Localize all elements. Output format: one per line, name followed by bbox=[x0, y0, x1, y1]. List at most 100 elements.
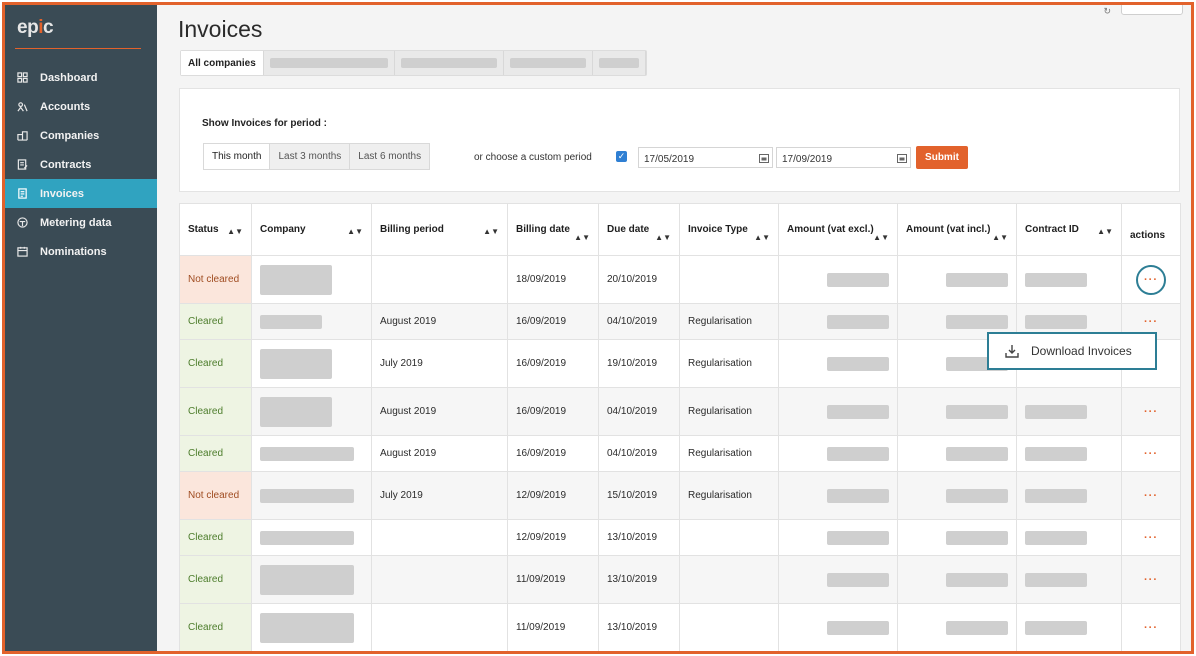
status-cell: Cleared bbox=[179, 555, 252, 604]
table-row[interactable]: Cleared 12/09/2019 13/10/2019 ··· bbox=[179, 519, 1181, 556]
header-due-date[interactable]: Due date ▲▼ bbox=[598, 203, 680, 256]
contract-id-cell bbox=[1016, 387, 1122, 436]
row-actions-button[interactable]: ··· bbox=[1121, 519, 1181, 556]
table-row[interactable]: Not cleared 18/09/2019 20/10/2019 ··· bbox=[179, 255, 1181, 304]
amount-excl-cell bbox=[778, 303, 898, 340]
sidebar-item-companies[interactable]: Companies bbox=[5, 121, 157, 150]
header-company[interactable]: Company ▲▼ bbox=[251, 203, 372, 256]
company-cell bbox=[251, 471, 372, 520]
date-from-input[interactable] bbox=[638, 147, 773, 168]
sidebar-item-dashboard[interactable]: Dashboard bbox=[5, 63, 157, 92]
header-amount-excl[interactable]: Amount (vat excl.) ▲▼ bbox=[778, 203, 898, 256]
status-cell: Cleared bbox=[179, 339, 252, 388]
amount-incl-cell bbox=[897, 471, 1017, 520]
invoice-type-cell: Regularisation bbox=[679, 303, 779, 340]
header-status[interactable]: Status ▲▼ bbox=[179, 203, 252, 256]
sidebar-item-contracts[interactable]: Contracts bbox=[5, 150, 157, 179]
company-cell bbox=[251, 387, 372, 436]
calendar-icon[interactable] bbox=[756, 147, 772, 168]
billing-period-cell bbox=[371, 603, 508, 651]
sidebar-item-label: Metering data bbox=[40, 216, 112, 229]
row-actions-button[interactable]: ··· bbox=[1136, 264, 1166, 295]
period-last-6-months-button[interactable]: Last 6 months bbox=[350, 144, 429, 169]
sidebar-item-label: Invoices bbox=[40, 187, 85, 200]
row-actions-button[interactable]: ··· bbox=[1121, 555, 1181, 604]
sidebar-item-accounts[interactable]: Accounts bbox=[5, 92, 157, 121]
tab-company[interactable] bbox=[504, 51, 593, 75]
billing-date-cell: 16/09/2019 bbox=[507, 303, 599, 340]
sort-icon[interactable]: ▲▼ bbox=[1097, 227, 1113, 236]
sort-icon[interactable]: ▲▼ bbox=[483, 227, 499, 236]
sidebar-item-metering-data[interactable]: Metering data bbox=[5, 208, 157, 237]
billing-date-cell: 12/09/2019 bbox=[507, 519, 599, 556]
date-to-input[interactable] bbox=[776, 147, 911, 168]
billing-date-cell: 11/09/2019 bbox=[507, 603, 599, 651]
table-row[interactable]: Cleared 11/09/2019 13/10/2019 ··· bbox=[179, 555, 1181, 604]
accounts-icon bbox=[15, 100, 29, 114]
header-amount-incl[interactable]: Amount (vat incl.) ▲▼ bbox=[897, 203, 1017, 256]
amount-excl-cell bbox=[778, 255, 898, 304]
table-header-row: Status ▲▼ Company ▲▼ Billing period ▲▼ Bill… bbox=[179, 203, 1181, 256]
sort-icon[interactable]: ▲▼ bbox=[873, 233, 889, 242]
period-filter-card: Show Invoices for period : This month La… bbox=[179, 88, 1180, 192]
company-cell bbox=[251, 519, 372, 556]
sort-icon[interactable]: ▲▼ bbox=[754, 233, 770, 242]
tab-company[interactable] bbox=[395, 51, 504, 75]
sidebar-nav: Dashboard Accounts Companies Contracts I… bbox=[5, 63, 157, 266]
due-date-cell: 20/10/2019 bbox=[598, 255, 680, 304]
sort-icon[interactable]: ▲▼ bbox=[574, 233, 590, 242]
due-date-cell: 04/10/2019 bbox=[598, 387, 680, 436]
sidebar-item-label: Nominations bbox=[40, 245, 107, 258]
table-row[interactable]: Cleared August 2019 16/09/2019 04/10/201… bbox=[179, 387, 1181, 436]
nominations-icon bbox=[15, 245, 29, 259]
status-cell: Cleared bbox=[179, 603, 252, 651]
table-row[interactable]: Cleared 11/09/2019 13/10/2019 ··· bbox=[179, 603, 1181, 651]
table-row[interactable]: Cleared August 2019 16/09/2019 04/10/201… bbox=[179, 435, 1181, 472]
table-row[interactable]: Not cleared July 2019 12/09/2019 15/10/2… bbox=[179, 471, 1181, 520]
custom-period-checkbox[interactable]: ✓ bbox=[616, 151, 627, 162]
period-segmented-control: This month Last 3 months Last 6 months bbox=[203, 143, 431, 170]
contract-id-cell bbox=[1016, 519, 1122, 556]
logo-divider bbox=[15, 48, 141, 49]
row-actions-cell: ··· bbox=[1121, 255, 1181, 304]
invoice-type-cell: Regularisation bbox=[679, 339, 779, 388]
header-billing-date[interactable]: Billing date ▲▼ bbox=[507, 203, 599, 256]
header-invoice-type[interactable]: Invoice Type ▲▼ bbox=[679, 203, 779, 256]
company-cell bbox=[251, 603, 372, 651]
download-icon bbox=[1005, 345, 1019, 358]
billing-period-cell: August 2019 bbox=[371, 387, 508, 436]
row-actions-button[interactable]: ··· bbox=[1121, 435, 1181, 472]
header-contract-id[interactable]: Contract ID ▲▼ bbox=[1016, 203, 1122, 256]
row-actions-button[interactable]: ··· bbox=[1121, 387, 1181, 436]
amount-incl-cell bbox=[897, 255, 1017, 304]
sidebar-item-invoices[interactable]: Invoices bbox=[5, 179, 157, 208]
download-invoices-menu-item[interactable]: Download Invoices bbox=[987, 332, 1157, 370]
dashboard-icon bbox=[15, 71, 29, 85]
tab-company[interactable] bbox=[593, 51, 646, 75]
billing-date-cell: 16/09/2019 bbox=[507, 387, 599, 436]
calendar-icon[interactable] bbox=[894, 147, 910, 168]
due-date-cell: 15/10/2019 bbox=[598, 471, 680, 520]
header-billing-period[interactable]: Billing period ▲▼ bbox=[371, 203, 508, 256]
top-right-button[interactable] bbox=[1121, 5, 1183, 15]
logo[interactable]: epic bbox=[17, 17, 54, 39]
status-cell: Not cleared bbox=[179, 255, 252, 304]
period-last-3-months-button[interactable]: Last 3 months bbox=[270, 144, 351, 169]
billing-period-cell: July 2019 bbox=[371, 339, 508, 388]
sort-icon[interactable]: ▲▼ bbox=[992, 233, 1008, 242]
sidebar-item-nominations[interactable]: Nominations bbox=[5, 237, 157, 266]
sort-icon[interactable]: ▲▼ bbox=[227, 227, 243, 236]
due-date-cell: 19/10/2019 bbox=[598, 339, 680, 388]
row-actions-button[interactable]: ··· bbox=[1121, 603, 1181, 651]
row-actions-button[interactable]: ··· bbox=[1121, 471, 1181, 520]
due-date-cell: 04/10/2019 bbox=[598, 435, 680, 472]
refresh-icon[interactable]: ↻ bbox=[1103, 6, 1111, 17]
amount-excl-cell bbox=[778, 555, 898, 604]
tab-all-companies[interactable]: All companies bbox=[181, 51, 264, 75]
amount-excl-cell bbox=[778, 339, 898, 388]
submit-button[interactable]: Submit bbox=[916, 146, 968, 169]
tab-company[interactable] bbox=[264, 51, 395, 75]
sort-icon[interactable]: ▲▼ bbox=[347, 227, 363, 236]
period-this-month-button[interactable]: This month bbox=[204, 144, 271, 169]
sort-icon[interactable]: ▲▼ bbox=[655, 233, 671, 242]
